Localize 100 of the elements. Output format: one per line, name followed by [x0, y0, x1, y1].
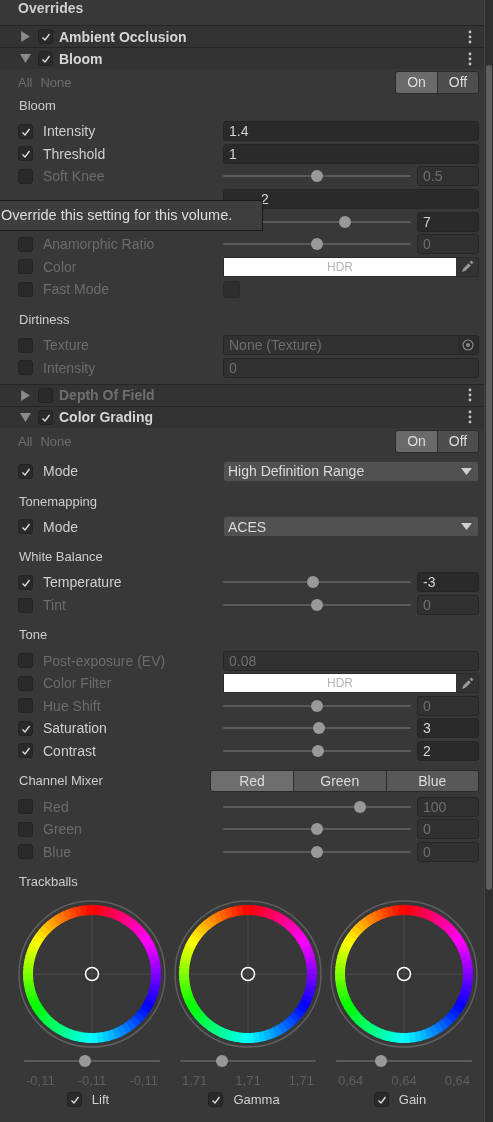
slider-thumb[interactable]	[374, 1055, 387, 1068]
slider-track[interactable]	[223, 698, 411, 713]
slider-thumb[interactable]	[354, 800, 367, 813]
eyedropper-button[interactable]	[456, 674, 478, 693]
slider-track[interactable]	[336, 1054, 472, 1069]
wheel-handle[interactable]	[396, 966, 412, 982]
check-icon	[21, 746, 31, 757]
slider-thumb[interactable]	[311, 845, 323, 858]
number-field[interactable]: 3	[417, 718, 479, 739]
number-field[interactable]: 1.4	[223, 121, 479, 142]
scrollbar-track[interactable]	[484, 0, 493, 1122]
checkbox[interactable]	[18, 574, 33, 590]
checkbox[interactable]	[18, 720, 33, 736]
tab[interactable]: Blue	[385, 771, 478, 792]
number-field[interactable]: 0	[417, 595, 479, 615]
expand-arrow-icon[interactable]	[20, 389, 31, 401]
check-icon	[211, 1095, 222, 1106]
wheel-handle[interactable]	[240, 966, 256, 982]
checkbox[interactable]	[208, 1092, 224, 1108]
check-icon	[41, 412, 51, 423]
checkbox[interactable]	[18, 146, 33, 162]
slider-track[interactable]	[223, 721, 411, 736]
color-swatch[interactable]: HDR	[224, 257, 456, 276]
number-field[interactable]: -3	[417, 572, 479, 593]
check-icon	[69, 1095, 80, 1106]
dropdown[interactable]: ACES	[223, 516, 479, 538]
number-field[interactable]: 0.5	[417, 166, 479, 187]
slider-track[interactable]	[223, 744, 411, 758]
number-field[interactable]: 0.08	[223, 650, 479, 671]
number-field[interactable]: 2	[417, 741, 479, 761]
slider-thumb[interactable]	[312, 722, 325, 735]
slider-thumb[interactable]	[311, 238, 323, 251]
checkbox[interactable]	[66, 1092, 82, 1108]
checkbox[interactable]	[38, 29, 53, 44]
section-title: Ambient Occlusion	[59, 28, 188, 45]
slider-track[interactable]	[223, 799, 411, 814]
expand-arrow-icon[interactable]	[20, 31, 31, 42]
slider-thumb[interactable]	[311, 170, 323, 183]
object-field[interactable]: None (Texture)	[223, 335, 479, 356]
trackball-label: Lift	[91, 1092, 110, 1108]
toggle-button[interactable]: On	[396, 430, 437, 452]
slider-thumb[interactable]	[311, 823, 323, 836]
number-field[interactable]: 1	[223, 143, 479, 164]
number-field[interactable]: 0	[223, 357, 479, 378]
property-label: Mode	[43, 463, 80, 480]
checkbox[interactable]	[373, 1092, 389, 1108]
check-icon	[41, 54, 51, 64]
number-field[interactable]: 0	[417, 695, 479, 716]
checkbox[interactable]	[18, 743, 33, 759]
dropdown[interactable]: High Definition Range	[223, 460, 479, 482]
group-heading: Trackballs	[19, 873, 78, 892]
scrollbar-thumb[interactable]	[486, 65, 492, 890]
more-options-icon[interactable]	[468, 29, 472, 44]
slider-thumb[interactable]	[216, 1055, 229, 1068]
slider-thumb[interactable]	[311, 745, 324, 757]
collapse-arrow-icon[interactable]	[20, 53, 31, 64]
slider-track[interactable]	[223, 237, 411, 252]
color-swatch[interactable]: HDR	[224, 674, 456, 693]
more-options-icon[interactable]	[468, 51, 472, 66]
tab[interactable]: Green	[293, 771, 386, 792]
section-title: Bloom	[59, 50, 104, 67]
checkbox[interactable]	[38, 51, 53, 66]
wheel-handle[interactable]	[84, 966, 100, 982]
group-heading: White Balance	[19, 548, 103, 567]
checkbox[interactable]	[38, 409, 53, 425]
number-field[interactable]: 7	[417, 211, 479, 232]
slider-thumb[interactable]	[79, 1055, 92, 1068]
number-field[interactable]: 0	[417, 819, 479, 840]
collapse-arrow-icon[interactable]	[20, 411, 31, 423]
slider-track[interactable]	[24, 1054, 160, 1069]
property-label: Contrast	[43, 743, 97, 759]
slider-thumb[interactable]	[311, 699, 323, 712]
number-field[interactable]: 100	[417, 796, 479, 817]
property-label: Intensity	[43, 123, 97, 140]
group-heading: Tonemapping	[19, 492, 98, 511]
more-options-icon[interactable]	[468, 388, 472, 403]
slider-thumb[interactable]	[339, 215, 352, 228]
checkbox[interactable]	[18, 463, 33, 479]
tab[interactable]: Red	[211, 771, 293, 792]
number-field[interactable]: 0	[417, 234, 479, 255]
trackball-label: Gain	[398, 1092, 427, 1108]
toggle-button[interactable]: Off	[437, 430, 478, 452]
checkbox[interactable]	[18, 123, 33, 139]
slider-thumb[interactable]	[307, 576, 320, 589]
property-label: Mode	[43, 518, 80, 535]
checkbox[interactable]	[18, 519, 33, 535]
slider-track[interactable]	[223, 169, 411, 184]
slider-track[interactable]	[223, 844, 411, 859]
check-icon	[21, 466, 31, 477]
slider-track[interactable]	[223, 822, 411, 837]
eyedropper-button[interactable]	[456, 257, 478, 276]
target-icon[interactable]	[462, 339, 474, 352]
slider-track[interactable]	[223, 575, 411, 590]
number-field[interactable]: 0	[417, 841, 479, 862]
slider-track[interactable]	[180, 1054, 316, 1069]
more-options-icon[interactable]	[468, 410, 472, 425]
slider-thumb[interactable]	[311, 599, 323, 611]
slider-track[interactable]	[223, 598, 411, 612]
toggle-button[interactable]: Off	[437, 72, 478, 93]
toggle-button[interactable]: On	[396, 72, 437, 93]
